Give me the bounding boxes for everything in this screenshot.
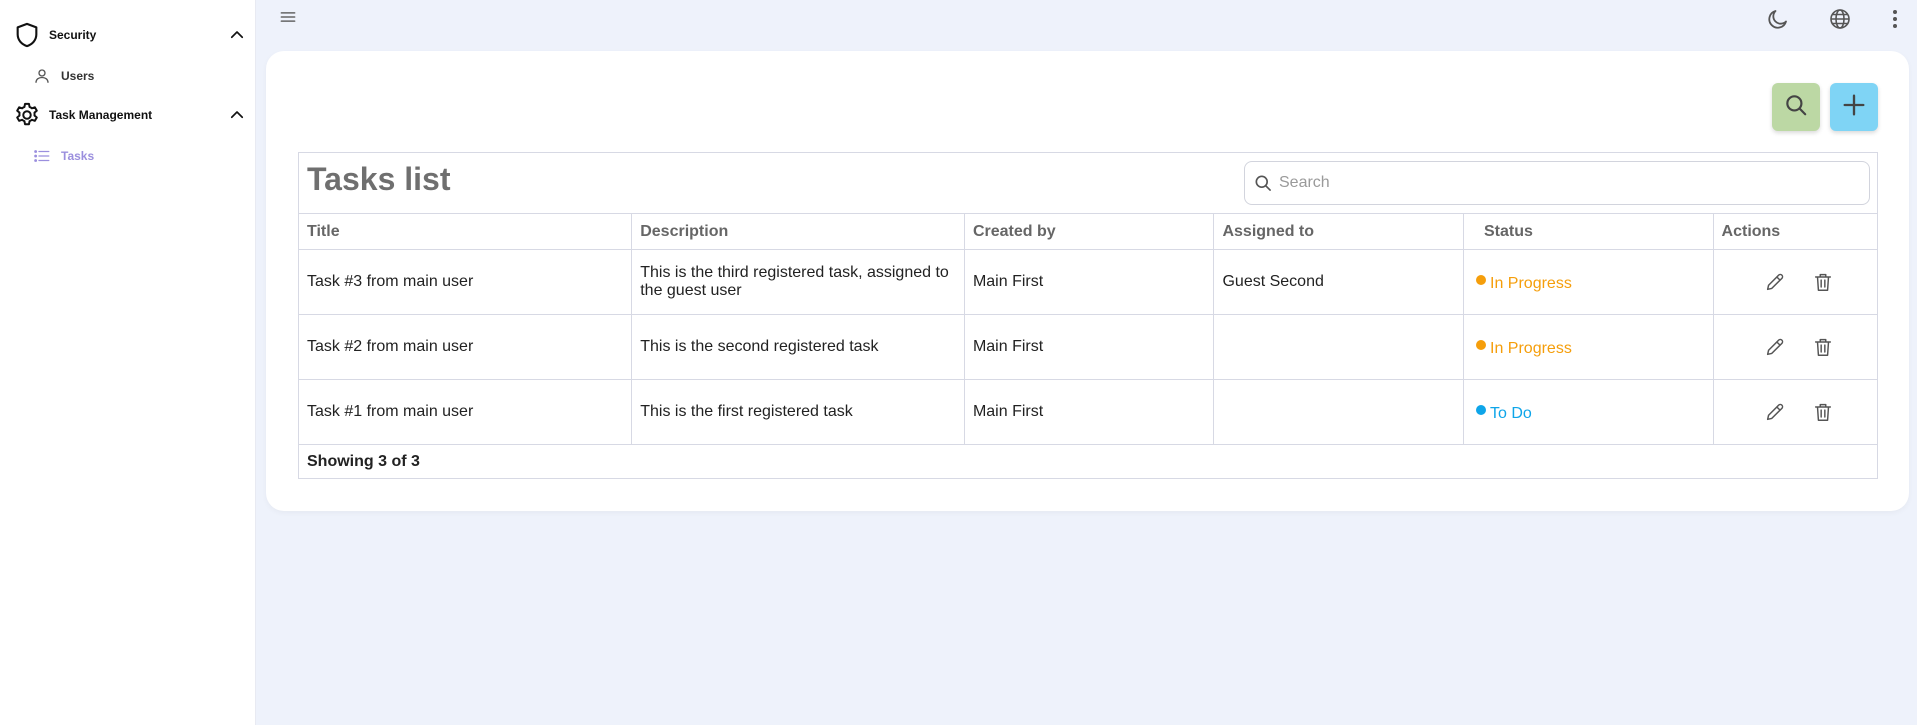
- column-header-status[interactable]: Status: [1463, 213, 1714, 250]
- sidebar-group-task-management[interactable]: Task Management: [0, 95, 256, 135]
- status-label: In Progress: [1490, 339, 1572, 357]
- table-row[interactable]: Task #3 from main user This is the third…: [299, 249, 1877, 315]
- column-header-created-by[interactable]: Created by: [964, 213, 1215, 250]
- cell-title: Task #1 from main user: [299, 379, 633, 445]
- sidebar-group-label: Security: [49, 28, 97, 42]
- search-input[interactable]: [1279, 170, 1859, 196]
- gear-icon: [13, 101, 41, 129]
- edit-pencil-icon[interactable]: [1762, 334, 1788, 360]
- chevron-up-icon[interactable]: [228, 106, 246, 124]
- list-icon: [33, 147, 51, 165]
- status-badge: To Do: [1476, 404, 1532, 423]
- status-label: To Do: [1490, 404, 1532, 422]
- globe-icon[interactable]: [1825, 4, 1855, 34]
- cell-created-by: Main First: [964, 249, 1215, 315]
- cell-created-by: Main First: [964, 379, 1215, 445]
- cell-assigned-to: [1213, 379, 1464, 445]
- delete-trash-icon[interactable]: [1810, 399, 1836, 425]
- chevron-up-icon[interactable]: [228, 26, 246, 44]
- table-row[interactable]: Task #1 from main user This is the first…: [299, 379, 1877, 445]
- more-vertical-icon[interactable]: [1880, 4, 1910, 34]
- status-badge: In Progress: [1476, 274, 1572, 293]
- user-icon: [33, 67, 51, 85]
- sidebar-item-tasks[interactable]: Tasks: [0, 139, 256, 173]
- status-label: In Progress: [1490, 274, 1572, 292]
- edit-pencil-icon[interactable]: [1762, 399, 1788, 425]
- sidebar-group-label: Task Management: [49, 108, 153, 122]
- cell-status: In Progress: [1463, 314, 1714, 380]
- cell-description: This is the third registered task, assig…: [631, 249, 965, 315]
- sidebar: Security Users Task Management Tasks: [0, 0, 256, 725]
- column-header-assigned-to[interactable]: Assigned to: [1213, 213, 1464, 250]
- column-header-actions: Actions: [1713, 213, 1877, 250]
- status-badge: In Progress: [1476, 339, 1572, 358]
- hamburger-menu-icon[interactable]: [273, 2, 303, 32]
- cell-created-by: Main First: [964, 314, 1215, 380]
- search-toggle-button[interactable]: [1772, 83, 1820, 131]
- cell-assigned-to: [1213, 314, 1464, 380]
- cell-status: To Do: [1463, 379, 1714, 445]
- search-icon: [1783, 92, 1809, 123]
- page-title: Tasks list: [307, 161, 451, 197]
- cell-description: This is the second registered task: [631, 314, 965, 380]
- status-dot: [1476, 339, 1486, 350]
- table-row[interactable]: Task #2 from main user This is the secon…: [299, 314, 1877, 380]
- moon-icon[interactable]: [1763, 4, 1793, 34]
- column-header-description[interactable]: Description: [631, 213, 965, 250]
- cell-title: Task #3 from main user: [299, 249, 633, 315]
- tasks-table: Title Description Created by Assigned to…: [299, 213, 1877, 480]
- sidebar-item-label: Users: [61, 69, 95, 83]
- main-card: Tasks list Title Description Created by …: [266, 51, 1909, 511]
- sidebar-item-users[interactable]: Users: [0, 59, 256, 93]
- cell-description: This is the first registered task: [631, 379, 965, 445]
- delete-trash-icon[interactable]: [1810, 334, 1836, 360]
- sidebar-group-security[interactable]: Security: [0, 15, 256, 55]
- cell-status: In Progress: [1463, 249, 1714, 315]
- edit-pencil-icon[interactable]: [1762, 269, 1788, 295]
- column-header-title[interactable]: Title: [299, 213, 633, 250]
- cell-title: Task #2 from main user: [299, 314, 633, 380]
- shield-icon: [13, 21, 41, 49]
- pagination-summary: Showing 3 of 3: [307, 453, 420, 471]
- sidebar-item-label: Tasks: [61, 149, 95, 163]
- plus-icon: [1840, 91, 1868, 124]
- search-field[interactable]: [1244, 161, 1870, 205]
- status-dot: [1476, 404, 1486, 415]
- delete-trash-icon[interactable]: [1810, 269, 1836, 295]
- tasks-table-container: Tasks list Title Description Created by …: [298, 152, 1878, 479]
- cell-actions: [1713, 379, 1877, 445]
- cell-actions: [1713, 314, 1877, 380]
- status-dot: [1476, 274, 1486, 285]
- cell-actions: [1713, 249, 1877, 315]
- cell-assigned-to: Guest Second: [1213, 249, 1464, 315]
- table-footer-row: Showing 3 of 3: [299, 445, 1877, 480]
- add-task-button[interactable]: [1830, 83, 1878, 131]
- table-header-row: Title Description Created by Assigned to…: [299, 213, 1877, 250]
